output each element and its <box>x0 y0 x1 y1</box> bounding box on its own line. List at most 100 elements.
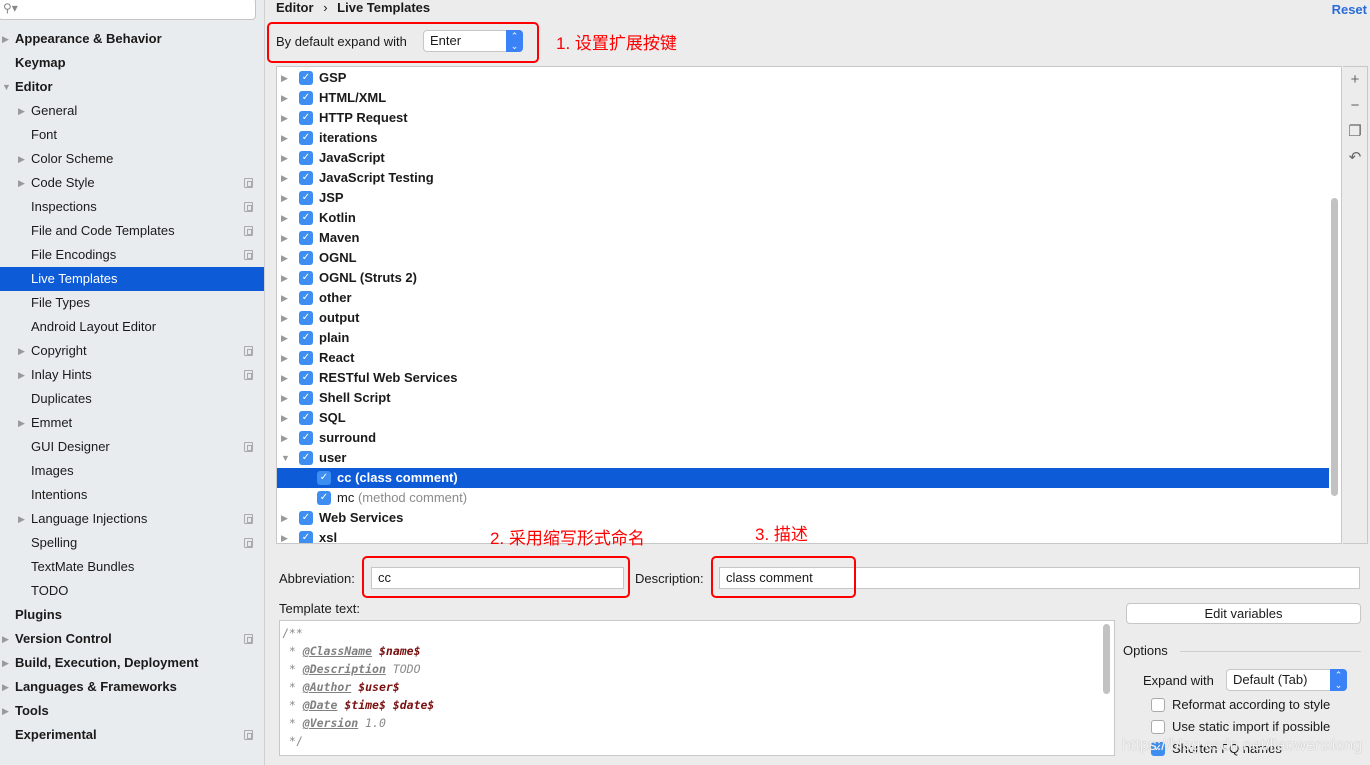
checkbox-unchecked[interactable] <box>1151 720 1165 734</box>
chevron-right-icon[interactable]: ▶ <box>2 699 9 723</box>
chevron-right-icon[interactable]: ▶ <box>2 651 9 675</box>
sidebar-item-gui-designer[interactable]: GUI Designer <box>0 435 264 459</box>
checkbox-checked[interactable]: ✓ <box>299 331 313 345</box>
tree-row[interactable]: ▶ ✓ HTTP Request <box>277 108 1329 128</box>
tree-row[interactable]: ▶ ✓ iterations <box>277 128 1329 148</box>
sidebar-item-file-encodings[interactable]: File Encodings <box>0 243 264 267</box>
sidebar-item-plugins[interactable]: Plugins <box>0 603 264 627</box>
chevron-right-icon[interactable]: ▶ <box>18 363 25 387</box>
chevron-right-icon[interactable]: ▶ <box>281 188 288 208</box>
tree-row[interactable]: ▶ ✓ OGNL <box>277 248 1329 268</box>
sidebar-item-images[interactable]: Images <box>0 459 264 483</box>
sidebar-item-version-control[interactable]: ▶ Version Control <box>0 627 264 651</box>
chevron-right-icon[interactable]: ▶ <box>18 99 25 123</box>
checkbox-checked[interactable]: ✓ <box>299 71 313 85</box>
sidebar-item-spelling[interactable]: Spelling <box>0 531 264 555</box>
sidebar-item-code-style[interactable]: ▶ Code Style <box>0 171 264 195</box>
chevron-right-icon[interactable]: ▶ <box>281 368 288 388</box>
checkbox-checked[interactable]: ✓ <box>299 231 313 245</box>
template-scrollbar[interactable] <box>1103 624 1110 694</box>
checkbox-checked[interactable]: ✓ <box>299 351 313 365</box>
sidebar-item-textmate-bundles[interactable]: TextMate Bundles <box>0 555 264 579</box>
sidebar-item-copyright[interactable]: ▶ Copyright <box>0 339 264 363</box>
checkbox-checked[interactable]: ✓ <box>299 531 313 543</box>
tree-row[interactable]: ▼ ✓ user <box>277 448 1329 468</box>
tree-row[interactable]: ▶ ✓ JavaScript <box>277 148 1329 168</box>
plus-icon[interactable]: + <box>1343 67 1367 93</box>
sidebar-item-android-layout-editor[interactable]: Android Layout Editor <box>0 315 264 339</box>
sidebar-item-emmet[interactable]: ▶ Emmet <box>0 411 264 435</box>
chevron-right-icon[interactable]: ▶ <box>281 228 288 248</box>
checkbox-checked[interactable]: ✓ <box>299 111 313 125</box>
sidebar-item-editor[interactable]: ▼ Editor <box>0 75 264 99</box>
chevron-right-icon[interactable]: ▶ <box>281 148 288 168</box>
checkbox-checked[interactable]: ✓ <box>299 91 313 105</box>
checkbox-checked[interactable]: ✓ <box>299 411 313 425</box>
chevron-right-icon[interactable]: ▶ <box>281 288 288 308</box>
checkbox-checked[interactable]: ✓ <box>317 491 331 505</box>
sidebar-item-todo[interactable]: TODO <box>0 579 264 603</box>
tree-row[interactable]: ▶ ✓ HTML/XML <box>277 88 1329 108</box>
chevron-right-icon[interactable]: ▶ <box>281 108 288 128</box>
chevron-right-icon[interactable]: ▶ <box>281 348 288 368</box>
settings-search-input[interactable]: ⚲▾ <box>0 0 256 20</box>
chevron-right-icon[interactable]: ▶ <box>2 675 9 699</box>
sidebar-item-inlay-hints[interactable]: ▶ Inlay Hints <box>0 363 264 387</box>
chevron-right-icon[interactable]: ▶ <box>281 88 288 108</box>
chevron-right-icon[interactable]: ▶ <box>281 528 288 543</box>
checkbox-unchecked[interactable] <box>1151 698 1165 712</box>
chevron-right-icon[interactable]: ▶ <box>281 308 288 328</box>
tree-row[interactable]: ▶ ✓ RESTful Web Services <box>277 368 1329 388</box>
chevron-right-icon[interactable]: ▶ <box>281 508 288 528</box>
chevron-right-icon[interactable]: ▶ <box>281 268 288 288</box>
chevron-right-icon[interactable]: ▶ <box>18 411 25 435</box>
checkbox-checked[interactable]: ✓ <box>299 391 313 405</box>
checkbox-checked[interactable]: ✓ <box>299 151 313 165</box>
tree-scrollbar[interactable] <box>1331 198 1338 496</box>
checkbox-checked[interactable]: ✓ <box>299 211 313 225</box>
chevron-right-icon[interactable]: ▶ <box>18 147 25 171</box>
chevron-right-icon[interactable]: ▶ <box>281 388 288 408</box>
revert-icon[interactable]: ↶ <box>1343 145 1367 171</box>
breadcrumb-editor[interactable]: Editor <box>276 0 314 15</box>
checkbox-checked[interactable]: ✓ <box>299 451 313 465</box>
chevron-right-icon[interactable]: ▶ <box>281 328 288 348</box>
sidebar-item-file-and-code-templates[interactable]: File and Code Templates <box>0 219 264 243</box>
tree-row[interactable]: ▶ ✓ Kotlin <box>277 208 1329 228</box>
sidebar-item-experimental[interactable]: Experimental <box>0 723 264 747</box>
chevron-right-icon[interactable]: ▶ <box>18 507 25 531</box>
tree-row[interactable]: ▶ ✓ surround <box>277 428 1329 448</box>
tree-row[interactable]: ▶ ✓ other <box>277 288 1329 308</box>
tree-row[interactable]: ✓ cc (class comment) <box>277 468 1329 488</box>
sidebar-item-inspections[interactable]: Inspections <box>0 195 264 219</box>
sidebar-item-languages-frameworks[interactable]: ▶ Languages & Frameworks <box>0 675 264 699</box>
checkbox-checked[interactable]: ✓ <box>299 431 313 445</box>
tree-row[interactable]: ▶ ✓ React <box>277 348 1329 368</box>
sidebar-item-appearance-behavior[interactable]: ▶ Appearance & Behavior <box>0 27 264 51</box>
chevron-right-icon[interactable]: ▶ <box>18 339 25 363</box>
sidebar-item-keymap[interactable]: Keymap <box>0 51 264 75</box>
checkbox-checked[interactable]: ✓ <box>317 471 331 485</box>
chevron-right-icon[interactable]: ▶ <box>2 627 9 651</box>
sidebar-item-live-templates[interactable]: Live Templates <box>0 267 264 291</box>
expand-with-select[interactable]: Default (Tab) ⌃ ⌄ <box>1226 669 1347 691</box>
chevron-right-icon[interactable]: ▶ <box>2 27 9 51</box>
checkbox-checked[interactable]: ✓ <box>299 371 313 385</box>
checkbox-checked[interactable]: ✓ <box>299 511 313 525</box>
chevron-right-icon[interactable]: ▶ <box>281 408 288 428</box>
template-text-editor[interactable]: /** * @ClassName $name$ * @Description T… <box>279 620 1115 756</box>
chevron-right-icon[interactable]: ▶ <box>281 428 288 448</box>
chevron-right-icon[interactable]: ▶ <box>281 248 288 268</box>
checkbox-checked[interactable]: ✓ <box>299 251 313 265</box>
tree-row[interactable]: ▶ ✓ GSP <box>277 68 1329 88</box>
sidebar-item-font[interactable]: Font <box>0 123 264 147</box>
checkbox-checked[interactable]: ✓ <box>299 131 313 145</box>
checkbox-checked[interactable]: ✓ <box>299 271 313 285</box>
checkbox-checked[interactable]: ✓ <box>299 311 313 325</box>
sidebar-item-build-execution-deployment[interactable]: ▶ Build, Execution, Deployment <box>0 651 264 675</box>
checkbox-checked[interactable]: ✓ <box>299 191 313 205</box>
tree-row[interactable]: ▶ ✓ OGNL (Struts 2) <box>277 268 1329 288</box>
chevron-right-icon[interactable]: ▶ <box>18 171 25 195</box>
sidebar-item-color-scheme[interactable]: ▶ Color Scheme <box>0 147 264 171</box>
sidebar-item-general[interactable]: ▶ General <box>0 99 264 123</box>
